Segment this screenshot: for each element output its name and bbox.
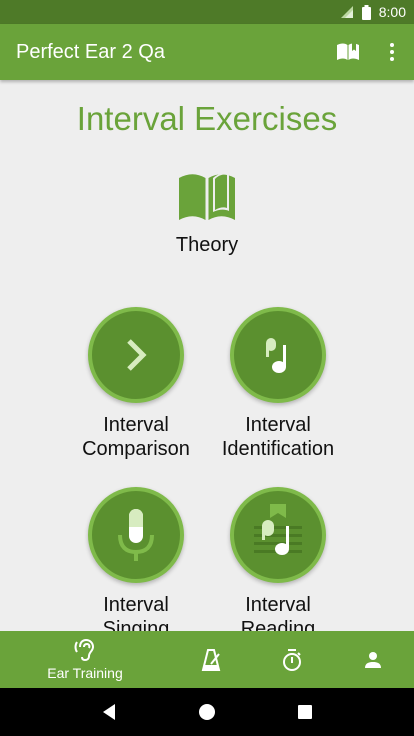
home-icon [199,704,215,720]
exercise-label: Interval Reading [240,594,316,631]
recents-button[interactable] [285,692,325,732]
exercise-interval-identification[interactable]: Interval Identification [203,307,353,461]
sheet-music-icon [254,504,302,555]
nav-profile[interactable] [332,631,414,688]
stopwatch-icon [282,648,301,671]
exercise-icon-circle [88,487,184,583]
back-icon [103,704,115,720]
theory-item[interactable]: Theory [147,170,267,257]
app-bar: Perfect Ear 2 Qa [0,24,414,80]
theory-label: Theory [175,234,239,256]
nav-label: Ear Training [47,665,123,681]
open-book-icon [179,173,235,220]
nav-timer[interactable] [251,631,332,688]
more-options-button[interactable] [370,24,414,80]
system-navigation-bar [0,688,414,736]
book-icon [337,43,359,60]
nav-metronome[interactable] [170,631,251,688]
metronome-icon [201,648,220,671]
microphone-icon [118,509,154,561]
exercise-icon-circle [88,307,184,403]
chevron-right-icon [127,339,147,371]
bottom-navigation: Ear Training [0,631,414,688]
status-time: 8:00 [378,4,406,20]
back-button[interactable] [89,692,129,732]
home-button[interactable] [187,692,227,732]
nav-ear-training[interactable]: Ear Training [0,631,170,688]
more-vert-icon [390,43,394,61]
exercise-label: Interval Comparison [82,414,190,460]
exercise-interval-comparison[interactable]: Interval Comparison [61,307,211,461]
exercise-interval-singing[interactable]: Interval Singing [61,487,211,631]
page-title: Interval Exercises [76,100,338,137]
exercise-interval-reading[interactable]: Interval Reading [203,487,353,631]
content-area: Interval Exercises Theory Interval Compar… [0,80,414,631]
recents-icon [298,705,312,719]
person-icon [365,651,381,668]
wifi-icon [340,5,354,19]
battery-icon [361,4,371,20]
exercise-icon-circle [230,487,326,583]
theory-book-button[interactable] [326,24,370,80]
exercise-label: Interval Singing [102,594,170,631]
music-note-icon [266,338,286,373]
screen: 8:00 Perfect Ear 2 Qa Interval Exercises [0,0,414,736]
exercise-label: Interval Identification [221,414,335,460]
exercise-icon-circle [230,307,326,403]
app-title: Perfect Ear 2 Qa [16,40,165,63]
status-bar: 8:00 [0,0,414,24]
ear-icon [74,638,95,662]
